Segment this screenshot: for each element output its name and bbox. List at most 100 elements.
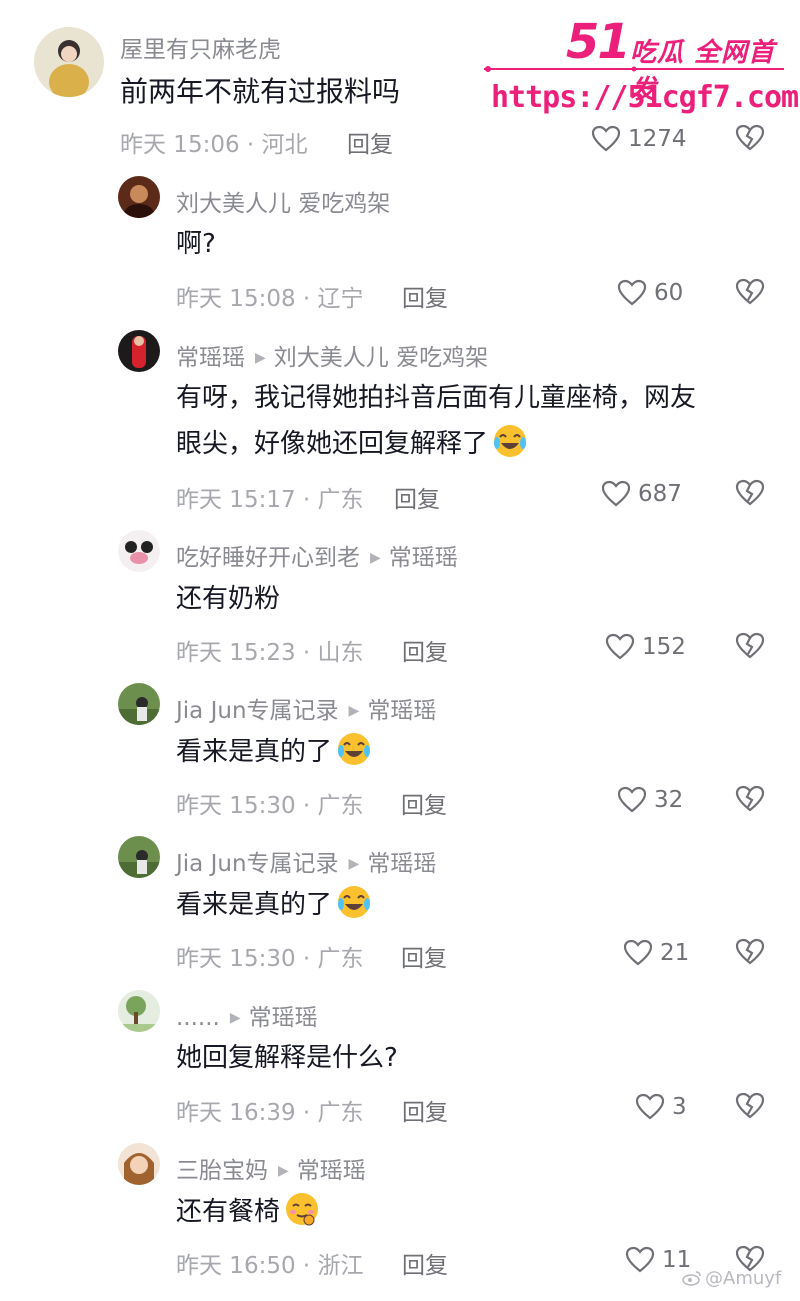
shy-smile-emoji-icon [286,1193,319,1226]
reply-button[interactable]: 回复 [347,125,393,159]
reply-target: 常瑶瑶 [296,1158,366,1184]
reply-time-location: 昨天 15:17 · 广东 [176,487,364,513]
reply-username[interactable]: 吃好睡好开心到老 ▶ 常瑶瑶 [176,538,458,572]
like-count: 3 [672,1094,687,1120]
reply-text-content: 眼尖，好像她还回复解释了 [176,429,489,459]
reply-username[interactable]: ...... ▶ 常瑶瑶 [176,998,318,1032]
comment-time-location: 昨天 15:06 · 河北 [120,132,308,158]
reply-text: 还有餐椅 [176,1190,320,1234]
triangle-right-icon: ▶ [255,350,266,366]
reply-author: 吃好睡好开心到老 [176,545,360,571]
avatar[interactable] [34,27,104,97]
reply-text: 看来是真的了 [176,730,372,774]
reply-username[interactable]: 常瑶瑶 ▶ 刘大美人儿 爱吃鸡架 [176,338,488,372]
like-count: 21 [660,940,690,966]
crying-laughing-emoji-icon [494,425,527,457]
dislike-button[interactable] [734,122,768,156]
weibo-handle: @Amuyf [705,1268,782,1289]
heart-outline-icon [601,480,631,507]
broken-heart-icon [735,938,765,965]
reply-target: 常瑶瑶 [388,545,458,571]
broken-heart-icon [735,632,765,659]
reply-text-content: 看来是真的了 [176,890,333,920]
dislike-button[interactable] [734,630,768,664]
reply-text: 有呀，我记得她拍抖音后面有儿童座椅，网友 [176,383,697,413]
reply-text-content: 还有餐椅 [176,1197,281,1227]
avatar[interactable] [118,1143,160,1185]
dislike-button[interactable] [734,936,768,970]
like-button[interactable]: 60 [616,276,683,310]
like-button[interactable]: 21 [622,936,689,970]
reply-text-content: 看来是真的了 [176,737,333,767]
like-button[interactable]: 152 [604,630,686,664]
like-count: 152 [642,634,686,660]
dislike-button[interactable] [734,477,768,511]
reply-author: 三胎宝妈 [176,1158,268,1184]
reply-username[interactable]: Jia Jun专属记录 ▶ 常瑶瑶 [176,844,436,878]
reply-author: Jia Jun专属记录 [176,698,339,724]
watermark-divider [484,66,784,72]
reply-button[interactable]: 回复 [394,480,440,514]
reply-text: 还有奶粉 [176,584,281,614]
reply-author: 常瑶瑶 [176,345,245,371]
like-button[interactable]: 1274 [590,122,687,156]
reply-target: 常瑶瑶 [367,698,437,724]
watermark-url: https://51cgf7.com [491,80,799,115]
reply-username[interactable]: 三胎宝妈 ▶ 常瑶瑶 [176,1151,366,1185]
heart-outline-icon [625,1246,655,1273]
reply-author: ...... [176,1005,220,1031]
reply-time-location: 昨天 15:30 · 广东 [176,793,364,819]
reply-button[interactable]: 回复 [401,939,447,973]
triangle-right-icon: ▶ [370,550,381,566]
broken-heart-icon [735,278,765,305]
reply-username[interactable]: Jia Jun专属记录 ▶ 常瑶瑶 [176,691,436,725]
triangle-right-icon: ▶ [348,703,360,719]
like-count: 32 [654,787,684,813]
reply-target: 刘大美人儿 爱吃鸡架 [273,345,489,371]
heart-outline-icon [623,939,653,966]
reply-time-location: 昨天 15:30 · 广东 [176,946,364,972]
like-count: 60 [654,280,684,306]
avatar[interactable] [118,836,160,878]
avatar[interactable] [118,530,160,572]
like-count: 1274 [628,126,687,152]
reply-button[interactable]: 回复 [402,1246,448,1280]
dislike-button[interactable] [734,783,768,817]
reply-text: 看来是真的了 [176,883,372,927]
avatar[interactable] [118,330,160,372]
dislike-button[interactable] [734,276,768,310]
reply-time-location: 昨天 16:39 · 广东 [176,1100,364,1126]
reply-button[interactable]: 回复 [402,1093,448,1127]
reply-time-location: 昨天 15:08 · 辽宁 [176,286,364,312]
crying-laughing-emoji-icon [338,733,371,765]
like-button[interactable]: 687 [600,477,682,511]
reply-target: 常瑶瑶 [367,851,437,877]
comment-username[interactable]: 屋里有只麻老虎 [120,30,281,64]
reply-time-location: 昨天 16:50 · 浙江 [176,1253,364,1279]
watermark-brand-number: 51 [566,14,631,70]
triangle-right-icon: ▶ [348,856,360,872]
dislike-button[interactable] [734,1090,768,1124]
like-count: 687 [638,481,682,507]
like-button[interactable]: 32 [616,783,683,817]
reply-button[interactable]: 回复 [402,279,448,313]
reply-target: 常瑶瑶 [248,1005,318,1031]
broken-heart-icon [735,1092,765,1119]
triangle-right-icon: ▶ [278,1163,289,1179]
crying-laughing-emoji-icon [338,886,371,918]
reply-time-location: 昨天 15:23 · 山东 [176,640,364,666]
like-button[interactable]: 3 [634,1090,687,1124]
reply-button[interactable]: 回复 [402,633,448,667]
reply-text: 她回复解释是什么? [176,1043,398,1073]
avatar[interactable] [118,683,160,725]
heart-outline-icon [591,125,621,152]
heart-outline-icon [617,279,647,306]
avatar[interactable] [118,176,160,218]
reply-button[interactable]: 回复 [401,786,447,820]
reply-username[interactable]: 刘大美人儿 爱吃鸡架 [176,184,390,218]
broken-heart-icon [735,479,765,506]
weibo-logo-icon [682,1271,701,1286]
reply-author: Jia Jun专属记录 [176,851,339,877]
heart-outline-icon [617,786,647,813]
avatar[interactable] [118,990,160,1032]
